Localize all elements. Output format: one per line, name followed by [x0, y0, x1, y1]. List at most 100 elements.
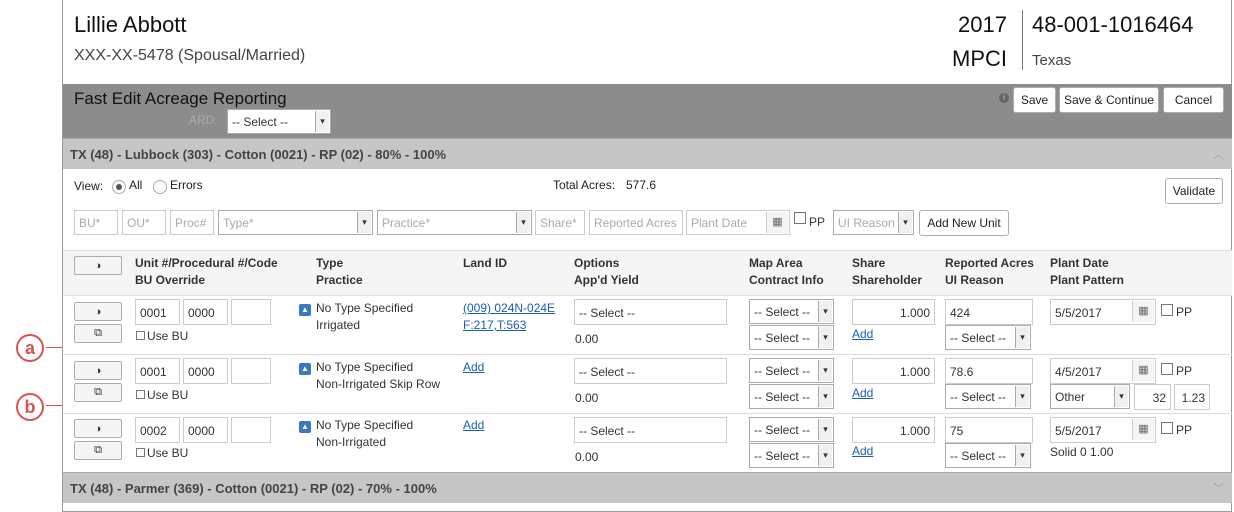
- chevron-down-icon[interactable]: ﹀: [1213, 480, 1224, 496]
- contrast-icon[interactable]: ◑: [74, 302, 122, 321]
- calendar-icon[interactable]: ▦: [766, 212, 788, 233]
- col-map-line2: Contract Info: [749, 273, 824, 287]
- type-select[interactable]: Type* ▾: [218, 210, 373, 235]
- map-area-select[interactable]: -- Select -- ▾: [749, 417, 834, 442]
- pp-checkbox[interactable]: [794, 212, 806, 224]
- ard-select-value: -- Select --: [232, 115, 289, 129]
- contract-select[interactable]: -- Select -- ▾: [749, 443, 834, 468]
- copy-icon[interactable]: ⧉: [74, 441, 122, 460]
- unit-input[interactable]: 0002: [135, 417, 180, 443]
- ard-select[interactable]: -- Select -- ▾: [227, 109, 331, 134]
- pp-label: PP: [809, 215, 826, 229]
- proc-input[interactable]: 0000: [183, 358, 228, 384]
- options-select[interactable]: -- Select --: [574, 358, 727, 384]
- contract-select[interactable]: -- Select -- ▾: [749, 325, 834, 350]
- ui-reason-select[interactable]: -- Select -- ▾: [945, 443, 1031, 468]
- options-select[interactable]: -- Select --: [574, 299, 727, 325]
- type-edit-icon[interactable]: ▲: [299, 363, 311, 375]
- calendar-icon[interactable]: ▦: [1132, 301, 1154, 322]
- map-area-select[interactable]: -- Select -- ▾: [749, 358, 834, 383]
- section-header-lubbock[interactable]: TX (48) - Lubbock (303) - Cotton (0021) …: [63, 138, 1232, 169]
- share-input[interactable]: 1.000: [852, 299, 935, 325]
- contract-value: -- Select --: [754, 449, 811, 463]
- copy-icon[interactable]: ⧉: [74, 324, 122, 343]
- ui-reason-select[interactable]: UI Reason ▾: [833, 210, 914, 235]
- plant-date-input[interactable]: 4/5/2017 ▦: [1050, 358, 1156, 384]
- plant-date-input[interactable]: Plant Date ▦: [686, 210, 790, 235]
- plant-date-input[interactable]: 5/5/2017 ▦: [1050, 299, 1156, 325]
- practice-select[interactable]: Practice* ▾: [377, 210, 532, 235]
- add-shareholder-link[interactable]: Add: [852, 386, 873, 400]
- unit-input[interactable]: 0001: [135, 299, 180, 325]
- pp-checkbox[interactable]: [1161, 422, 1173, 434]
- chevron-up-icon[interactable]: ︿: [1213, 146, 1224, 162]
- col-unit-line2: BU Override: [135, 273, 206, 287]
- row-practice: Non-Irrigated: [316, 435, 387, 449]
- insurance-type: MPCI: [952, 46, 1007, 71]
- contrast-icon[interactable]: ◑: [74, 256, 122, 275]
- code-input[interactable]: [231, 299, 271, 325]
- ui-reason-select[interactable]: -- Select -- ▾: [945, 325, 1031, 350]
- proc-input[interactable]: 0000: [183, 299, 228, 325]
- plant-date-placeholder: Plant Date: [691, 216, 748, 230]
- col-acres-line1: Reported Acres: [945, 256, 1034, 270]
- cancel-button[interactable]: Cancel: [1163, 87, 1224, 113]
- proc-input[interactable]: 0000: [183, 417, 228, 443]
- reported-acres-input[interactable]: Reported Acres: [589, 210, 683, 235]
- map-area-select[interactable]: -- Select -- ▾: [749, 299, 834, 324]
- type-edit-icon[interactable]: ▲: [299, 304, 311, 316]
- add-shareholder-link[interactable]: Add: [852, 444, 873, 458]
- view-all-radio[interactable]: [112, 180, 126, 194]
- chevron-down-icon: ▾: [1114, 386, 1128, 407]
- use-bu-checkbox[interactable]: [136, 390, 145, 399]
- calendar-icon[interactable]: ▦: [1132, 360, 1154, 381]
- plant-date-input[interactable]: 5/5/2017 ▦: [1050, 417, 1156, 443]
- options-select[interactable]: -- Select --: [574, 417, 727, 443]
- reported-acres-input[interactable]: 78.6: [945, 358, 1033, 384]
- save-continue-button[interactable]: Save & Continue: [1059, 87, 1159, 113]
- col-plant-line1: Plant Date: [1050, 256, 1109, 270]
- bu-input[interactable]: BU*: [74, 210, 118, 235]
- add-land-id-link[interactable]: Add: [463, 418, 484, 432]
- use-bu-checkbox[interactable]: [136, 448, 145, 457]
- pp-checkbox[interactable]: [1161, 304, 1173, 316]
- insured-name: Lillie Abbott: [74, 12, 187, 37]
- contrast-icon[interactable]: ◑: [74, 361, 122, 380]
- use-bu-checkbox[interactable]: [136, 331, 145, 340]
- land-id-link[interactable]: (009) 024N-024E: [463, 301, 555, 315]
- code-input[interactable]: [231, 417, 271, 443]
- section-title: TX (48) - Parmer (369) - Cotton (0021) -…: [70, 481, 437, 496]
- add-new-unit-button[interactable]: Add New Unit: [919, 210, 1009, 236]
- add-land-id-link[interactable]: Add: [463, 360, 484, 374]
- chevron-down-icon: ▾: [898, 212, 912, 233]
- ui-reason-value: -- Select --: [950, 390, 1007, 404]
- info-icon[interactable]: i: [999, 93, 1009, 103]
- ou-input[interactable]: OU*: [122, 210, 166, 235]
- code-input[interactable]: [231, 358, 271, 384]
- land-id-link-line2[interactable]: F:217,T:563: [463, 318, 526, 332]
- pattern-rows-input[interactable]: 32: [1134, 384, 1171, 410]
- section-header-parmer[interactable]: TX (48) - Parmer (369) - Cotton (0021) -…: [63, 472, 1232, 503]
- col-map-line1: Map Area: [749, 256, 803, 270]
- plant-pattern-select[interactable]: Other ▾: [1050, 384, 1130, 409]
- calendar-icon[interactable]: ▦: [1132, 419, 1154, 440]
- pattern-factor-input[interactable]: 1.23: [1174, 384, 1210, 410]
- copy-icon[interactable]: ⧉: [74, 383, 122, 402]
- add-shareholder-link[interactable]: Add: [852, 327, 873, 341]
- save-button[interactable]: Save: [1013, 87, 1056, 113]
- ui-reason-select[interactable]: -- Select -- ▾: [945, 384, 1031, 409]
- validate-button[interactable]: Validate: [1165, 178, 1223, 204]
- unit-input[interactable]: 0001: [135, 358, 180, 384]
- share-input[interactable]: Share*: [535, 210, 585, 235]
- contrast-icon[interactable]: ◑: [74, 419, 122, 438]
- share-input[interactable]: 1.000: [852, 417, 935, 443]
- proc-input[interactable]: Proc#: [170, 210, 214, 235]
- view-errors-radio[interactable]: [153, 180, 167, 194]
- share-input[interactable]: 1.000: [852, 358, 935, 384]
- type-edit-icon[interactable]: ▲: [299, 421, 311, 433]
- contract-select[interactable]: -- Select -- ▾: [749, 384, 834, 409]
- pp-checkbox[interactable]: [1161, 363, 1173, 375]
- col-plant-date: Plant Date Plant Pattern: [1050, 255, 1124, 289]
- reported-acres-input[interactable]: 424: [945, 299, 1033, 325]
- reported-acres-input[interactable]: 75: [945, 417, 1033, 443]
